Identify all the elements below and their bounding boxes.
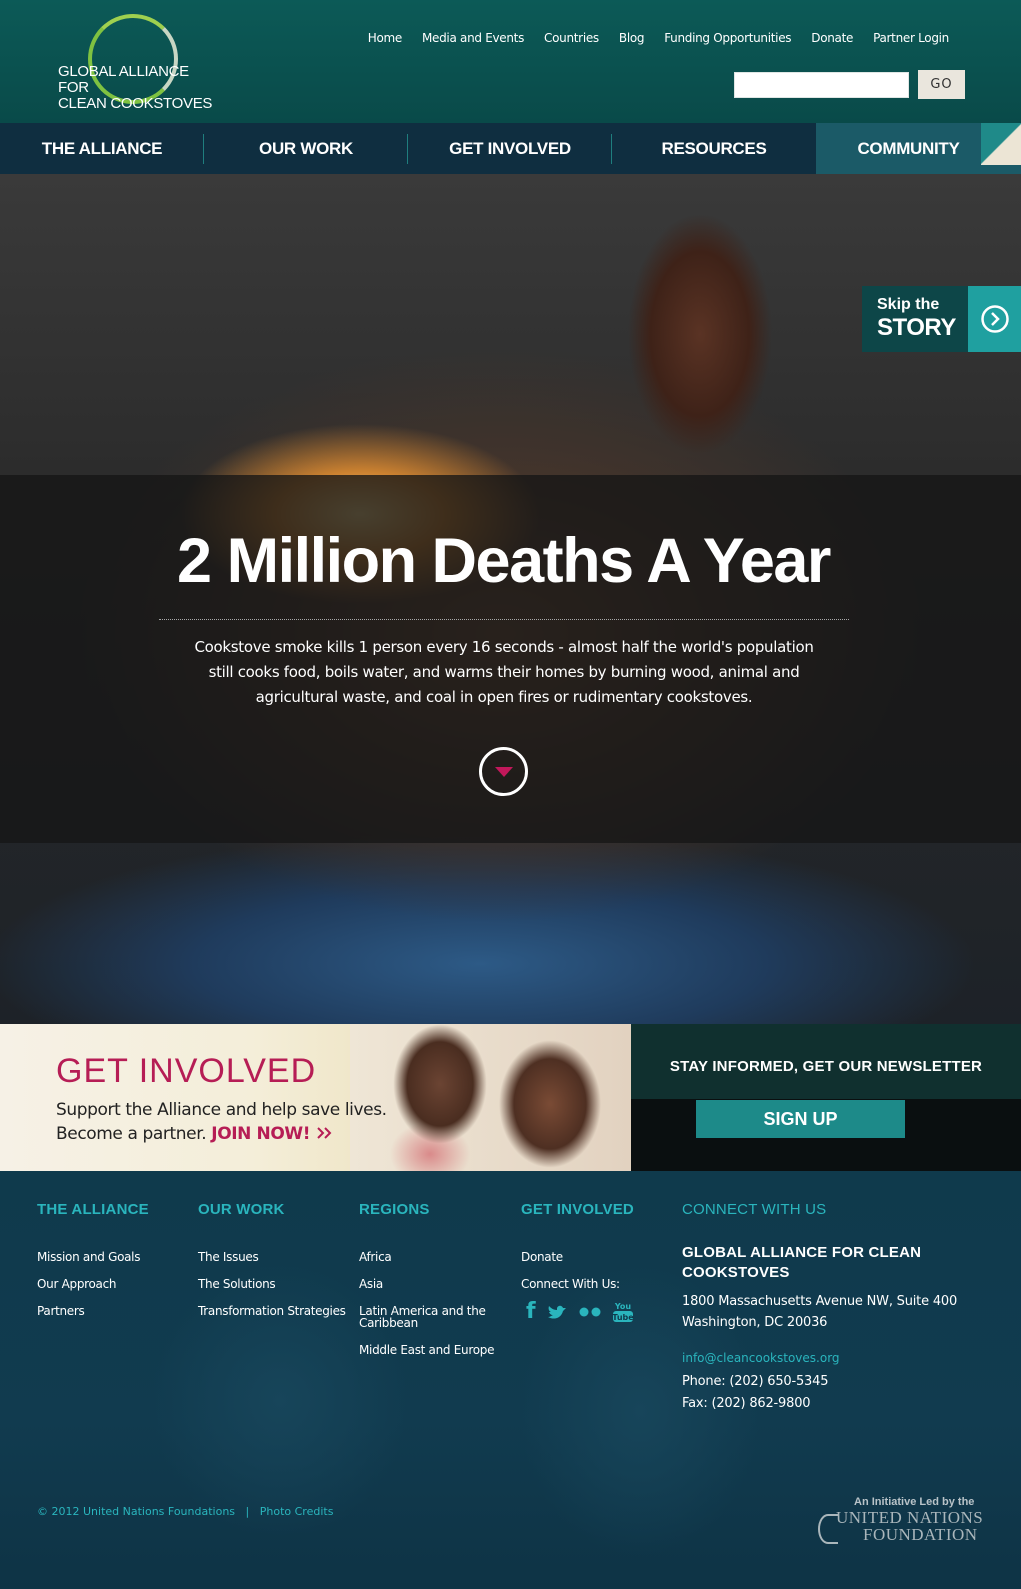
hero-divider <box>159 619 849 620</box>
site-header: GLOBAL ALLIANCE FOR CLEAN COOKSTOVES Hom… <box>0 0 1021 123</box>
footer-link-partners[interactable]: Partners <box>37 1304 85 1318</box>
copyright-text: © 2012 United Nations Foundations <box>37 1505 236 1518</box>
footer-separator: | <box>245 1505 250 1518</box>
facebook-icon[interactable]: f <box>526 1299 536 1324</box>
logo-text: GLOBAL ALLIANCE FOR CLEAN COOKSTOVES <box>58 64 218 112</box>
main-nav-label: GET INVOLVED <box>449 138 571 158</box>
hero-headline: 2 Million Deaths A Year <box>177 526 831 596</box>
social-links: f You Tube <box>526 1299 634 1324</box>
get-involved-promo[interactable]: GET INVOLVED Support the Alliance and he… <box>0 1024 631 1171</box>
join-now-link[interactable]: JOIN NOW! <box>211 1124 332 1144</box>
site-logo[interactable]: GLOBAL ALLIANCE FOR CLEAN COOKSTOVES <box>58 14 218 112</box>
svg-text:You: You <box>613 1302 631 1311</box>
footer-link-caribbean[interactable]: Caribbean <box>359 1316 418 1330</box>
scroll-down-button[interactable] <box>479 747 528 796</box>
footer-heading-regions: REGIONS <box>359 1201 430 1218</box>
unf-line-2: FOUNDATION <box>863 1525 978 1544</box>
org-name-line-2: COOKSTOVES <box>682 1264 790 1281</box>
main-nav-label: RESOURCES <box>661 138 767 158</box>
logo-line-1: GLOBAL ALLIANCE FOR <box>58 63 189 96</box>
footer-email-link[interactable]: info@cleancookstoves.org <box>682 1351 840 1365</box>
sign-up-button[interactable]: SIGN UP <box>696 1100 905 1138</box>
footer-heading-get-involved: GET INVOLVED <box>521 1201 634 1218</box>
main-nav-label: OUR WORK <box>259 138 353 158</box>
skip-story-text: Skip the STORY <box>877 295 956 341</box>
main-nav-get-involved[interactable]: GET INVOLVED <box>408 123 612 174</box>
footer-phone: Phone: (202) 650-5345 <box>682 1374 829 1389</box>
top-nav-blog[interactable]: Blog <box>609 31 654 45</box>
twitter-icon[interactable] <box>546 1303 568 1321</box>
hero-text-band: 2 Million Deaths A Year Cookstove smoke … <box>0 475 1021 843</box>
photo-credits-link[interactable]: Photo Credits <box>260 1505 334 1518</box>
footer-link-strategies[interactable]: Transformation Strategies <box>198 1304 346 1318</box>
children-photo <box>350 1024 631 1171</box>
footer-fax: Fax: (202) 862-9800 <box>682 1396 811 1411</box>
un-foundation-logo[interactable]: UNITED NATIONS FOUNDATION <box>818 1508 983 1548</box>
footer-copyright-bar: © 2012 United Nations Foundations | Phot… <box>37 1505 333 1518</box>
footer-link-mission[interactable]: Mission and Goals <box>37 1250 140 1264</box>
newsletter-title: STAY INFORMED, GET OUR NEWSLETTER <box>669 1058 983 1075</box>
top-nav-funding[interactable]: Funding Opportunities <box>654 31 801 45</box>
main-nav-community[interactable]: COMMUNITY <box>816 123 1021 174</box>
get-involved-line-1: Support the Alliance and help save lives… <box>56 1100 387 1120</box>
search-go-button[interactable]: GO <box>918 70 965 99</box>
footer-heading-our-work: OUR WORK <box>198 1201 285 1218</box>
footer-connect-label: Connect With Us: <box>521 1277 620 1291</box>
top-nav-partner-login[interactable]: Partner Login <box>863 31 959 45</box>
main-nav-the-alliance[interactable]: THE ALLIANCE <box>0 123 204 174</box>
chevron-right-circle-icon <box>968 286 1021 352</box>
youtube-icon[interactable]: You Tube <box>612 1301 634 1323</box>
hero-story: Skip the STORY 2 Million Deaths A Year C… <box>0 174 1021 1024</box>
svg-text:Tube: Tube <box>612 1313 634 1322</box>
laurel-icon <box>818 1514 838 1544</box>
main-nav-label: COMMUNITY <box>857 138 960 158</box>
top-nav-media-events[interactable]: Media and Events <box>412 31 534 45</box>
join-now-label: JOIN NOW! <box>211 1124 311 1144</box>
top-nav-donate[interactable]: Donate <box>801 31 863 45</box>
footer-link-issues[interactable]: The Issues <box>198 1250 259 1264</box>
page-corner-icon <box>981 123 1021 165</box>
main-nav-our-work[interactable]: OUR WORK <box>204 123 408 174</box>
logo-line-2: CLEAN COOKSTOVES <box>58 95 213 112</box>
main-nav-resources[interactable]: RESOURCES <box>612 123 816 174</box>
main-nav-label: THE ALLIANCE <box>41 138 163 158</box>
get-involved-line-2-text: Become a partner. <box>56 1124 207 1144</box>
top-nav-countries[interactable]: Countries <box>534 31 609 45</box>
org-name-line-1: GLOBAL ALLIANCE FOR CLEAN <box>682 1244 922 1261</box>
main-nav: THE ALLIANCE OUR WORK GET INVOLVED RESOU… <box>0 123 1021 174</box>
footer-link-middle-east[interactable]: Middle East and Europe <box>359 1343 494 1357</box>
footer-link-solutions[interactable]: The Solutions <box>198 1277 276 1291</box>
initiative-label: An Initiative Led by the <box>854 1496 975 1508</box>
footer-link-approach[interactable]: Our Approach <box>37 1277 117 1291</box>
chevron-down-icon <box>494 766 513 777</box>
site-footer: THE ALLIANCE Mission and Goals Our Appro… <box>0 1171 1021 1589</box>
double-chevron-right-icon <box>316 1127 332 1139</box>
hero-description: Cookstove smoke kills 1 person every 16 … <box>194 638 814 706</box>
top-nav-home[interactable]: Home <box>358 31 412 45</box>
footer-link-asia[interactable]: Asia <box>359 1277 383 1291</box>
footer-org-name: GLOBAL ALLIANCE FOR CLEAN COOKSTOVES <box>682 1243 932 1283</box>
footer-link-africa[interactable]: Africa <box>359 1250 392 1264</box>
get-involved-line-2: Become a partner. JOIN NOW! <box>56 1124 332 1144</box>
search-input[interactable] <box>734 72 909 98</box>
newsletter-panel: STAY INFORMED, GET OUR NEWSLETTER SIGN U… <box>631 1024 1021 1171</box>
footer-link-donate[interactable]: Donate <box>521 1250 563 1264</box>
footer-address-1: 1800 Massachusetts Avenue NW, Suite 400 <box>682 1294 958 1309</box>
flickr-icon[interactable] <box>578 1307 602 1317</box>
get-involved-title: GET INVOLVED <box>56 1052 317 1090</box>
skip-story-big: STORY <box>877 314 956 341</box>
footer-heading-alliance: THE ALLIANCE <box>37 1201 149 1218</box>
footer-address-2: Washington, DC 20036 <box>682 1315 828 1330</box>
skip-story-small: Skip the <box>877 296 940 313</box>
footer-heading-connect: CONNECT WITH US <box>682 1201 827 1218</box>
top-nav: Home Media and Events Countries Blog Fun… <box>358 31 959 45</box>
skip-story-button[interactable]: Skip the STORY <box>862 286 1021 352</box>
